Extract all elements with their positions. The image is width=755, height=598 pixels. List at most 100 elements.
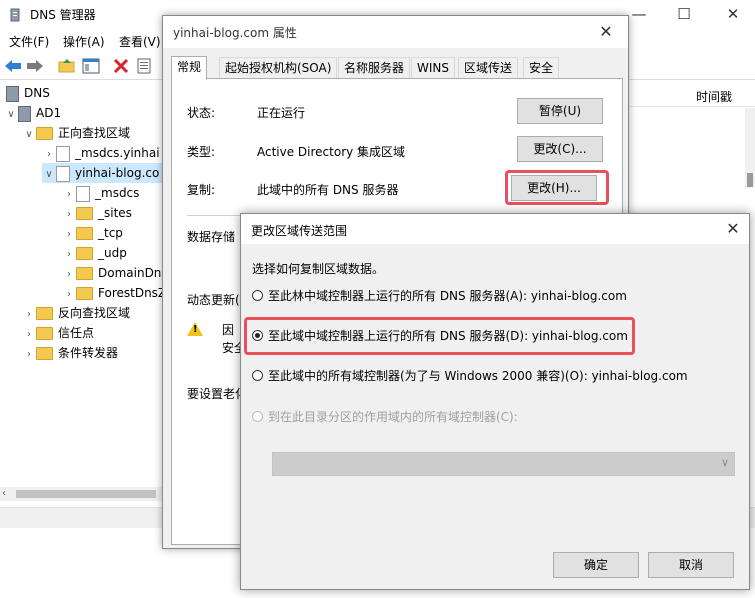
chevron-right-icon[interactable]: › <box>42 145 56 165</box>
tree-item-udp[interactable]: › _udp <box>62 243 127 263</box>
radio-button[interactable] <box>252 290 263 301</box>
replication-value: 此域中的所有 DNS 服务器 <box>257 183 399 197</box>
option-directory-partition[interactable]: 到在此目录分区的作用域内的所有域控制器(C): <box>252 408 518 426</box>
scroll-thumb[interactable] <box>16 490 156 498</box>
option-forest-dns-servers[interactable]: 至此林中域控制器上运行的所有 DNS 服务器(A): yinhai-blog.c… <box>252 287 627 305</box>
chevron-down-icon[interactable]: ∨ <box>42 165 56 185</box>
warning-mark: ! <box>193 324 198 335</box>
tree-item-conditional-forwarders[interactable]: › 条件转发器 <box>22 343 118 363</box>
menu-action[interactable]: 操作(A) <box>63 33 105 50</box>
tree-item-msdcs-zone[interactable]: › _msdcs.yinhai <box>42 143 160 163</box>
cancel-button[interactable]: 取消 <box>648 552 734 578</box>
replication-label: 复制: <box>187 183 216 197</box>
tree-item-tcp[interactable]: › _tcp <box>62 223 123 243</box>
tab-wins[interactable]: WINS <box>411 57 455 79</box>
menu-view[interactable]: 查看(V) <box>119 33 161 50</box>
tab-soa[interactable]: 起始授权机构(SOA) <box>219 57 338 79</box>
chevron-right-icon[interactable]: › <box>62 265 76 285</box>
chevron-right-icon[interactable]: › <box>22 305 36 325</box>
folder-icon <box>36 307 53 320</box>
change-replication-scope-dialog: 更改区域传送范围 ✕ 选择如何复制区域数据。 至此林中域控制器上运行的所有 DN… <box>240 213 750 590</box>
tree-item-trust-points[interactable]: › 信任点 <box>22 323 94 343</box>
show-hide-tree-icon[interactable] <box>81 56 101 76</box>
tab-zone-transfers[interactable]: 区域传送 <box>458 57 519 79</box>
tree-item-domaindns[interactable]: › DomainDn <box>62 263 161 283</box>
back-arrow-icon[interactable] <box>3 56 23 76</box>
directory-partition-select[interactable]: ∨ <box>272 452 735 476</box>
folder-icon <box>76 267 93 280</box>
forward-arrow-icon[interactable] <box>25 56 45 76</box>
dynamic-update-label: 动态更新( <box>187 293 240 307</box>
main-close-button[interactable]: ✕ <box>711 0 755 28</box>
chevron-down-icon[interactable]: ∨ <box>22 125 36 145</box>
tree-item-ad1[interactable]: ∨ AD1 <box>4 103 61 123</box>
chevron-right-icon[interactable]: › <box>22 345 36 365</box>
tab-general[interactable]: 常规 <box>171 56 208 80</box>
properties-title: yinhai-blog.com 属性 <box>173 26 297 40</box>
scroll-left-icon[interactable]: ‹ <box>2 488 6 499</box>
aging-label: 要设置老化 <box>187 387 248 401</box>
chevron-right-icon[interactable]: › <box>62 225 76 245</box>
column-header-timestamp[interactable]: 时间戳 <box>696 88 732 105</box>
chevron-right-icon[interactable]: › <box>62 205 76 225</box>
folder-icon <box>36 327 53 340</box>
chevron-right-icon[interactable]: › <box>62 245 76 265</box>
tree-item-forestdns[interactable]: › ForestDnsZ <box>62 283 166 303</box>
properties-page-icon[interactable] <box>134 56 154 76</box>
chevron-down-icon[interactable]: ∨ <box>4 105 18 125</box>
scope-title: 更改区域传送范围 <box>251 224 348 238</box>
properties-title-bar: yinhai-blog.com 属性 ✕ <box>163 16 628 48</box>
tree-horizontal-scrollbar[interactable]: ‹ <box>0 487 163 501</box>
tree-item-msdcs[interactable]: › _msdcs <box>62 183 139 203</box>
folder-icon <box>76 287 93 300</box>
server-icon <box>18 105 31 122</box>
menu-file[interactable]: 文件(F) <box>9 33 49 50</box>
type-change-button[interactable]: 更改(C)... <box>517 136 603 162</box>
radio-button-disabled[interactable] <box>252 411 263 422</box>
console-tree: DNS ∨ AD1 ∨ 正向查找区域 › _msdcs.yinhai ∨ yinhai-… <box>0 80 166 500</box>
folder-icon <box>36 347 53 360</box>
chevron-right-icon[interactable]: › <box>62 285 76 305</box>
zone-file-icon <box>76 185 90 202</box>
result-pane-header: 时间戳 <box>628 86 755 107</box>
pause-button[interactable]: 暂停(U) <box>517 98 603 124</box>
scope-title-bar: 更改区域传送范围 ✕ <box>241 214 749 244</box>
properties-close-button[interactable]: ✕ <box>584 16 628 48</box>
scroll-thumb[interactable] <box>747 173 753 187</box>
tree-item-forward-zones[interactable]: ∨ 正向查找区域 <box>22 123 130 143</box>
chevron-right-icon[interactable]: › <box>62 185 76 205</box>
dns-app-icon <box>8 8 22 25</box>
dns-server-icon <box>6 85 19 102</box>
tree-item-dns[interactable]: DNS <box>6 83 50 103</box>
up-folder-icon[interactable] <box>57 56 77 76</box>
selected-option-highlight <box>244 317 635 355</box>
tree-item-sites[interactable]: › _sites <box>62 203 132 223</box>
type-value: Active Directory 集成区域 <box>257 145 406 159</box>
type-label: 类型: <box>187 145 216 159</box>
result-vertical-scrollbar[interactable] <box>745 108 755 188</box>
radio-button[interactable] <box>252 370 263 381</box>
main-window-title: DNS 管理器 <box>30 8 96 22</box>
status-value: 正在运行 <box>257 106 306 120</box>
folder-icon <box>76 207 93 220</box>
scope-close-button[interactable]: ✕ <box>717 214 749 244</box>
chevron-down-icon: ∨ <box>720 456 729 469</box>
zone-file-icon <box>56 145 70 162</box>
folder-icon <box>76 227 93 240</box>
delete-x-icon[interactable] <box>111 56 131 76</box>
tree-item-yinhai-blog-zone[interactable]: ∨ yinhai-blog.co <box>42 163 164 185</box>
tree-item-reverse-zones[interactable]: › 反向查找区域 <box>22 303 130 323</box>
folder-icon <box>76 247 93 260</box>
replication-change-highlight <box>505 170 609 205</box>
option-domain-controllers-win2000[interactable]: 至此域中的所有域控制器(为了与 Windows 2000 兼容)(O): yin… <box>252 367 688 385</box>
tab-name-servers[interactable]: 名称服务器 <box>338 57 411 79</box>
chevron-right-icon[interactable]: › <box>22 325 36 345</box>
ok-button[interactable]: 确定 <box>553 552 639 578</box>
warning-text-line1: 因 <box>222 323 235 337</box>
properties-tabs: 常规 起始授权机构(SOA) 名称服务器 WINS 区域传送 安全 <box>171 56 621 80</box>
maximize-button[interactable]: ☐ <box>662 0 706 28</box>
status-label: 状态: <box>187 106 216 120</box>
data-storage-label: 数据存储 <box>187 230 236 244</box>
folder-icon <box>36 127 53 140</box>
tab-security[interactable]: 安全 <box>523 57 560 79</box>
